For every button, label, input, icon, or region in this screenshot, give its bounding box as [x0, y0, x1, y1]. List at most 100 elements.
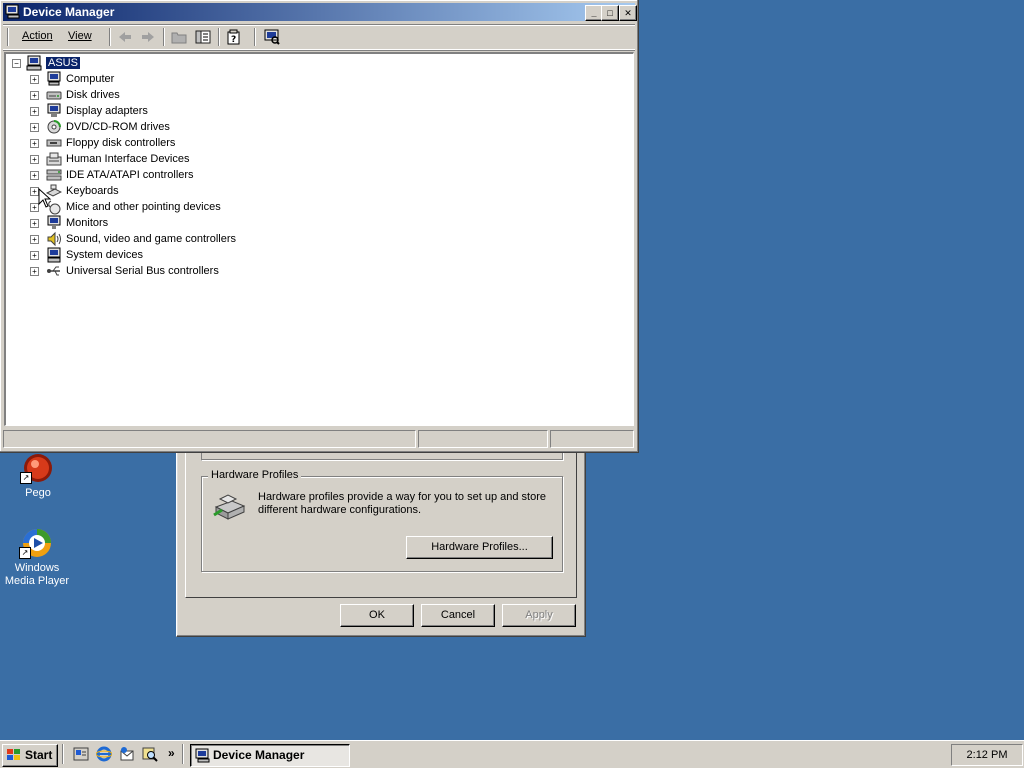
taskbar-separator: [62, 744, 64, 764]
display-adapter-icon: [47, 103, 61, 117]
properties-button[interactable]: ?: [225, 29, 243, 45]
hardware-profiles-description: Hardware profiles provide a way for you …: [258, 491, 546, 516]
hardware-profiles-button[interactable]: Hardware Profiles...: [406, 536, 553, 559]
expand-icon[interactable]: +: [30, 139, 39, 148]
scan-hardware-icon: [264, 29, 280, 45]
tree-item-system-device[interactable]: + System devices: [8, 247, 268, 263]
tree-item-ide-controller[interactable]: + IDE ATA/ATAPI controllers: [8, 167, 268, 183]
floppy-controller-icon: [46, 139, 62, 147]
tree-item-cdrom[interactable]: + DVD/CD-ROM drives: [8, 119, 268, 135]
search-icon[interactable]: [142, 746, 158, 762]
start-label: Start: [25, 748, 53, 762]
properties-help-icon: ?: [227, 29, 240, 45]
tree-item-usb[interactable]: + Universal Serial Bus controllers: [8, 263, 268, 279]
scan-hardware-button[interactable]: [263, 29, 281, 45]
expand-icon[interactable]: +: [30, 107, 39, 116]
menu-action[interactable]: Action: [22, 30, 53, 42]
tree-item-label: Monitors: [66, 217, 109, 229]
hardware-profile-icon: [213, 494, 246, 520]
expand-icon[interactable]: +: [30, 123, 39, 132]
maximize-icon: □: [607, 8, 613, 18]
status-panel-main: [3, 430, 416, 448]
tree-item-label: Mice and other pointing devices: [66, 201, 221, 213]
tree-item-label: Display adapters: [66, 105, 148, 117]
expand-icon[interactable]: +: [30, 91, 39, 100]
tree-item-label: Disk drives: [66, 89, 120, 101]
tree-item-disk-drive[interactable]: + Disk drives: [8, 87, 268, 103]
taskbar-button-device-manager[interactable]: Device Manager: [190, 744, 350, 767]
tree-item-floppy-controller[interactable]: + Floppy disk controllers: [8, 135, 268, 151]
ide-controller-icon: [46, 169, 62, 181]
device-tree[interactable]: − ASUS + Computer + Disk drives + Display ada…: [4, 52, 634, 426]
tree-item-label: Sound, video and game controllers: [66, 233, 236, 245]
forward-icon: [142, 32, 154, 42]
desktop-icon-label: Windows Media Player: [4, 562, 70, 587]
start-button[interactable]: Start: [2, 744, 58, 767]
ok-button[interactable]: OK: [340, 604, 414, 627]
expand-icon[interactable]: +: [30, 219, 39, 228]
forward-button[interactable]: [139, 29, 157, 45]
back-button[interactable]: [116, 29, 134, 45]
status-panel-3: [550, 430, 634, 448]
expand-icon[interactable]: +: [30, 251, 39, 260]
toolbar-separator: [254, 28, 256, 46]
expand-icon[interactable]: +: [30, 235, 39, 244]
monitor-icon: [47, 215, 61, 229]
device-manager-icon: [5, 4, 20, 19]
tree-item-label: IDE ATA/ATAPI controllers: [66, 169, 194, 181]
tree-root[interactable]: − ASUS: [8, 55, 88, 71]
desktop-icon-media-player[interactable]: ↗ Windows Media Player: [0, 527, 75, 588]
tree-item-label: System devices: [66, 249, 144, 261]
shortcut-arrow-icon: ↗: [20, 472, 32, 484]
quick-launch-chevron[interactable]: »: [168, 746, 175, 760]
window-title: Device Manager: [23, 5, 115, 19]
tree-item-computer[interactable]: + Computer: [8, 71, 268, 87]
tree-item-label: Universal Serial Bus controllers: [66, 265, 219, 277]
disk-drive-icon: [46, 91, 62, 100]
back-icon: [119, 32, 131, 42]
maximize-button[interactable]: □: [601, 5, 619, 21]
usb-icon: [47, 266, 60, 276]
expand-icon[interactable]: +: [30, 171, 39, 180]
tree-item-label: Keyboards: [66, 185, 119, 197]
menu-view[interactable]: View: [68, 30, 92, 42]
cancel-button[interactable]: Cancel: [421, 604, 495, 627]
taskbar: Start » Device Manager 2:12 PM: [0, 740, 1024, 768]
internet-explorer-icon[interactable]: [96, 746, 112, 762]
close-button[interactable]: ✕: [619, 5, 637, 21]
taskbar-separator: [182, 744, 184, 764]
tree-item-monitor[interactable]: + Monitors: [8, 215, 268, 231]
outlook-express-icon[interactable]: [119, 746, 135, 762]
tree-item-label: DVD/CD-ROM drives: [66, 121, 170, 133]
tree-item-sound[interactable]: + Sound, video and game controllers: [8, 231, 268, 247]
computer-root-icon: [26, 55, 42, 71]
expand-icon[interactable]: +: [30, 155, 39, 164]
title-bar[interactable]: Device Manager _ □ ✕: [3, 3, 637, 21]
windows-logo-icon: [7, 749, 20, 760]
show-hide-tree-button[interactable]: [194, 29, 212, 45]
device-manager-icon: [195, 748, 210, 763]
up-folder-button[interactable]: [170, 29, 188, 45]
collapse-icon[interactable]: −: [12, 59, 21, 68]
tree-item-label: Computer: [66, 73, 115, 85]
show-desktop-icon[interactable]: [73, 746, 89, 762]
expand-icon[interactable]: +: [30, 75, 39, 84]
apply-button: Apply: [502, 604, 576, 627]
toolbar-separator: [109, 28, 111, 46]
mouse-pointer-icon: [38, 188, 52, 208]
system-tray-clock[interactable]: 2:12 PM: [951, 744, 1023, 766]
expand-icon[interactable]: +: [30, 267, 39, 276]
toolbar-separator: [218, 28, 220, 46]
tree-item-display-adapter[interactable]: + Display adapters: [8, 103, 268, 119]
clock-text: 2:12 PM: [966, 749, 1008, 761]
desktop-icon-pego[interactable]: ↗ Pego: [0, 452, 76, 500]
system-properties-window: Hardware Profiles Hardware profiles prov…: [176, 440, 586, 637]
toolbar-separator: [163, 28, 165, 46]
tree-item-hid[interactable]: + Human Interface Devices: [8, 151, 268, 167]
tree-root-label: ASUS: [45, 56, 81, 70]
hardware-profiles-group: Hardware Profiles Hardware profiles prov…: [201, 469, 563, 572]
device-manager-window: Device Manager _ □ ✕ Action View ? − ASU…: [0, 0, 639, 453]
close-icon: ✕: [624, 8, 632, 18]
taskbar-button-label: Device Manager: [213, 748, 305, 762]
status-panel-2: [418, 430, 548, 448]
